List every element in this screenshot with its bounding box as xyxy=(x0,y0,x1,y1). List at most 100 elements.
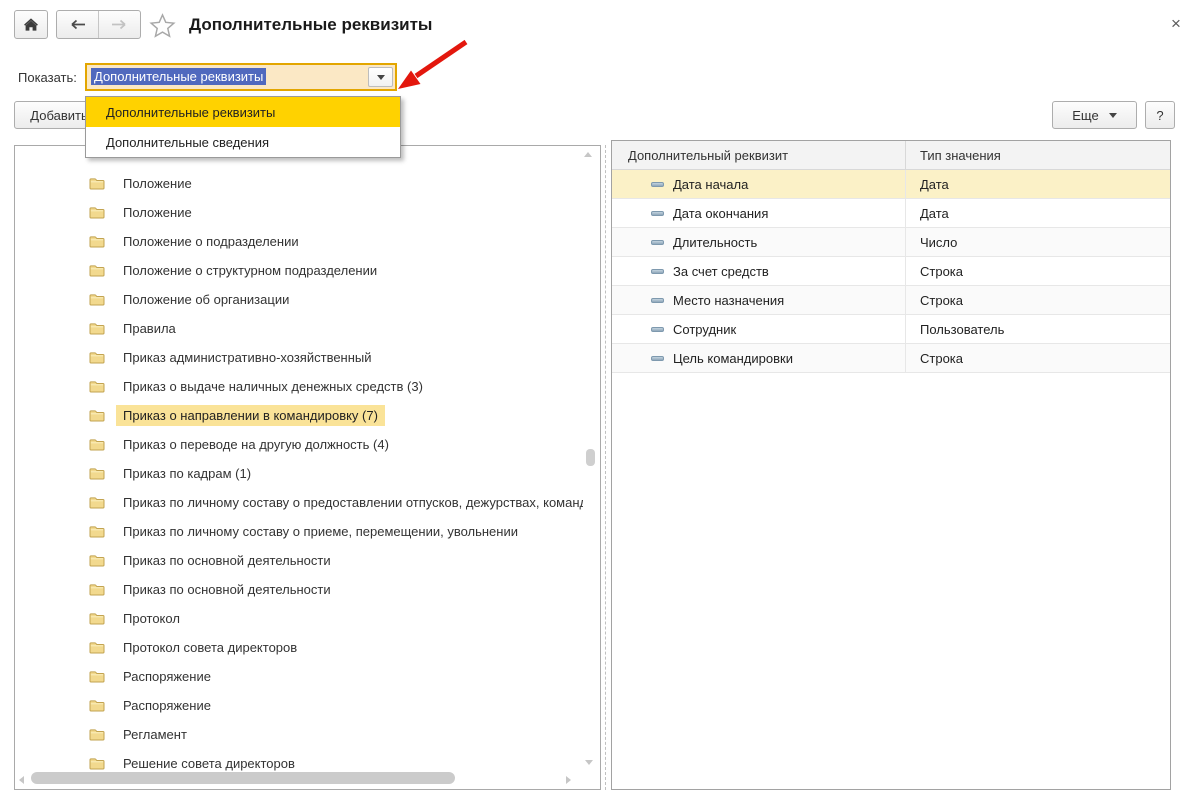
column-header-value-type[interactable]: Тип значения xyxy=(906,141,1170,169)
table-row[interactable]: За счет средствСтрока xyxy=(612,257,1170,286)
history-nav-group xyxy=(56,10,141,39)
folder-icon xyxy=(89,612,105,625)
table-row[interactable]: СотрудникПользователь xyxy=(612,315,1170,344)
tree-item[interactable]: Приказ по основной деятельности xyxy=(15,546,600,575)
tree-item[interactable]: Приказ по личному составу о предоставлен… xyxy=(15,488,600,517)
folder-icon xyxy=(89,322,105,335)
tree-item[interactable]: Распоряжение xyxy=(15,691,600,720)
folder-icon xyxy=(89,380,105,393)
table-row[interactable]: Дата началаДата xyxy=(612,170,1170,199)
more-button[interactable]: Еще xyxy=(1052,101,1137,129)
scroll-right-icon[interactable] xyxy=(566,776,571,784)
table-row[interactable]: Цель командировкиСтрока xyxy=(612,344,1170,373)
forward-button[interactable] xyxy=(99,11,140,38)
folder-icon xyxy=(89,235,105,248)
tree-item[interactable]: Положение о подразделении xyxy=(15,227,600,256)
table-row[interactable]: Дата окончанияДата xyxy=(612,199,1170,228)
folder-icon xyxy=(89,641,105,654)
scroll-up-icon[interactable] xyxy=(584,152,592,157)
tree-item[interactable]: Правила xyxy=(15,314,600,343)
tree-item[interactable]: Распоряжение xyxy=(15,662,600,691)
tree-item-label: Положение об организации xyxy=(116,289,296,310)
tree-item[interactable]: Регламент xyxy=(15,720,600,749)
chevron-down-icon xyxy=(377,75,385,80)
value-type-cell: Дата xyxy=(906,170,1170,198)
folder-icon xyxy=(89,699,105,712)
table-header-row: Дополнительный реквизит Тип значения xyxy=(612,141,1170,170)
tree-item-label: Приказ по основной деятельности xyxy=(116,579,338,600)
tree-item[interactable]: Положение о структурном подразделении xyxy=(15,256,600,285)
dropdown-option[interactable]: Дополнительные реквизиты xyxy=(86,97,400,127)
tree-item[interactable]: Положение xyxy=(15,198,600,227)
scroll-down-icon[interactable] xyxy=(585,760,593,765)
folder-icon xyxy=(89,351,105,364)
value-type-cell: Пользователь xyxy=(906,315,1170,343)
tree-item[interactable]: Приказ о переводе на другую должность (4… xyxy=(15,430,600,459)
tree-item-label: Приказ по основной деятельности xyxy=(116,550,338,571)
attribute-icon xyxy=(651,240,664,245)
attribute-icon xyxy=(651,356,664,361)
attribute-cell: За счет средств xyxy=(612,257,906,285)
attribute-icon xyxy=(651,298,664,303)
attribute-cell: Дата начала xyxy=(612,170,906,198)
horizontal-scrollbar-thumb[interactable] xyxy=(31,772,455,784)
scroll-left-icon[interactable] xyxy=(19,776,24,784)
tree-item[interactable]: Положение xyxy=(15,169,600,198)
folder-icon xyxy=(89,583,105,596)
folder-icon xyxy=(89,467,105,480)
combobox-selected-text: Дополнительные реквизиты xyxy=(91,68,266,85)
folder-icon xyxy=(89,438,105,451)
tree-item[interactable]: Протокол совета директоров xyxy=(15,633,600,662)
back-button[interactable] xyxy=(57,11,99,38)
tree-item[interactable]: Приказ административно-хозяйственный xyxy=(15,343,600,372)
favorite-button[interactable] xyxy=(149,12,176,42)
attribute-cell: Дата окончания xyxy=(612,199,906,227)
tree-item[interactable]: Положение об организации xyxy=(15,285,600,314)
additional-attributes-window: Дополнительные реквизиты × Показать: Доп… xyxy=(0,0,1192,799)
help-button[interactable]: ? xyxy=(1145,101,1175,129)
help-button-label: ? xyxy=(1156,108,1163,123)
add-button-label: Добавить xyxy=(30,108,87,123)
attribute-name: Длительность xyxy=(673,235,757,250)
more-button-label: Еще xyxy=(1072,108,1098,123)
value-type-cell: Число xyxy=(906,228,1170,256)
tree-item-label: Приказ по личному составу о предоставлен… xyxy=(116,492,594,513)
folder-icon xyxy=(89,525,105,538)
folder-icon xyxy=(89,409,105,422)
panel-splitter[interactable] xyxy=(605,145,606,790)
tree-item[interactable]: Приказ по личному составу о приеме, пере… xyxy=(15,517,600,546)
show-filter-label: Показать: xyxy=(18,70,77,85)
tree-item-label: Протокол совета директоров xyxy=(116,637,304,658)
value-type-cell: Строка xyxy=(906,257,1170,285)
annotation-arrow-icon xyxy=(392,32,474,94)
tree-item[interactable]: Приказ о выдаче наличных денежных средст… xyxy=(15,372,600,401)
table-row[interactable]: Длительность Число xyxy=(612,228,1170,257)
close-icon[interactable]: × xyxy=(1166,14,1186,34)
tree-item-label: Положение о структурном подразделении xyxy=(116,260,384,281)
tree-item-label: Распоряжение xyxy=(116,695,218,716)
folder-icon xyxy=(89,177,105,190)
vertical-scrollbar-thumb[interactable] xyxy=(586,449,595,466)
attribute-name: Место назначения xyxy=(673,293,784,308)
tree-item[interactable]: Протокол xyxy=(15,604,600,633)
home-button[interactable] xyxy=(14,10,48,39)
tree-item-label: Приказ административно-хозяйственный xyxy=(116,347,379,368)
column-header-attribute[interactable]: Дополнительный реквизит xyxy=(612,141,906,169)
show-filter-combobox[interactable]: Дополнительные реквизиты xyxy=(85,63,397,91)
folder-icon xyxy=(89,496,105,509)
attribute-icon xyxy=(651,269,664,274)
home-icon xyxy=(23,17,39,33)
attribute-name: Дата окончания xyxy=(673,206,768,221)
attribute-icon xyxy=(651,211,664,216)
dropdown-option[interactable]: Дополнительные сведения xyxy=(86,127,400,157)
table-row[interactable]: Место назначенияСтрока xyxy=(612,286,1170,315)
folder-icon xyxy=(89,206,105,219)
folder-icon xyxy=(89,728,105,741)
tree-item-label: Приказ о направлении в командировку (7) xyxy=(116,405,385,426)
folder-icon xyxy=(89,670,105,683)
tree-item[interactable]: Приказ по основной деятельности xyxy=(15,575,600,604)
tree-item[interactable]: Приказ по кадрам (1) xyxy=(15,459,600,488)
combobox-drop-button[interactable] xyxy=(368,67,393,87)
tree-item[interactable]: Приказ о направлении в командировку (7) xyxy=(15,401,600,430)
tree-item-label: Положение xyxy=(116,202,199,223)
